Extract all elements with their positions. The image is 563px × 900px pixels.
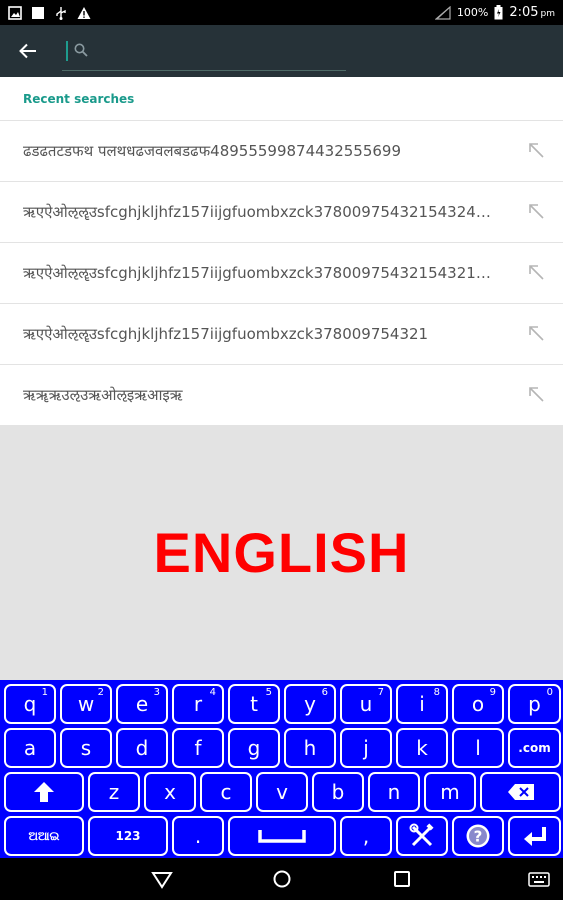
recent-search-text: ऋएऐओऌॡउsfcghjkljhfz157iijgfuombxzck37800… — [23, 264, 491, 282]
insert-query-arrow-icon[interactable] — [527, 263, 545, 281]
insert-query-arrow-icon[interactable] — [527, 324, 545, 342]
battery-percent: 100% — [456, 6, 489, 19]
key-n[interactable]: n — [368, 772, 420, 812]
enter-icon — [523, 827, 546, 846]
spacebar-icon — [258, 830, 306, 843]
recent-searches-panel: Recent searches ढडढतटडफथ पलथधढजवलबडढफ489… — [0, 77, 563, 425]
keyboard: q1 w2 e3 r4 t5 y6 u7 i8 o9 p0 a s d f g … — [0, 680, 563, 858]
recent-search-text: ऋॠऋउऌउऋओऌइऋआइऋ — [23, 386, 183, 404]
key-q[interactable]: q1 — [4, 684, 56, 724]
language-label: ENGLISH — [153, 521, 410, 584]
battery-icon — [494, 5, 503, 20]
key-k[interactable]: k — [396, 728, 448, 768]
status-left-icons — [8, 5, 91, 20]
key-d[interactable]: d — [116, 728, 168, 768]
insert-query-arrow-icon[interactable] — [527, 141, 545, 159]
key-b[interactable]: b — [312, 772, 364, 812]
key-x[interactable]: x — [144, 772, 196, 812]
status-bar: 100% 2:05 pm — [0, 0, 563, 25]
navigation-bar — [0, 858, 563, 900]
recent-search-text: ऋएऐओऌॡउsfcghjkljhfz157iijgfuombxzck37800… — [23, 203, 491, 221]
square-icon — [32, 6, 44, 19]
comma-key[interactable]: , — [340, 816, 392, 856]
keyboard-icon[interactable] — [528, 868, 550, 890]
key-c[interactable]: c — [200, 772, 252, 812]
keyboard-row-2: a s d f g h j k l .com — [2, 728, 561, 770]
key-f[interactable]: f — [172, 728, 224, 768]
key-u[interactable]: u7 — [340, 684, 392, 724]
key-e[interactable]: e3 — [116, 684, 168, 724]
key-j[interactable]: j — [340, 728, 392, 768]
key-h[interactable]: h — [284, 728, 336, 768]
search-input[interactable] — [68, 35, 346, 66]
keyboard-language-banner: ENGLISH — [0, 425, 563, 680]
backspace-icon — [507, 784, 534, 800]
shift-key[interactable] — [4, 772, 84, 812]
key-v[interactable]: v — [256, 772, 308, 812]
svg-text:?: ? — [474, 828, 483, 846]
key-y[interactable]: y6 — [284, 684, 336, 724]
numbers-key[interactable]: 123 — [88, 816, 168, 856]
backspace-key[interactable] — [480, 772, 561, 812]
arrow-left-icon — [19, 43, 36, 59]
help-icon: ? — [466, 824, 490, 848]
key-dotcom[interactable]: .com — [508, 728, 561, 768]
key-p[interactable]: p0 — [508, 684, 561, 724]
period-key[interactable]: . — [172, 816, 224, 856]
enter-key[interactable] — [508, 816, 561, 856]
clock: 2:05 pm — [509, 5, 555, 20]
recent-search-text: ऋएऐओऌॡउsfcghjkljhfz157iijgfuombxzck37800… — [23, 325, 429, 343]
key-i[interactable]: i8 — [396, 684, 448, 724]
gallery-icon — [8, 5, 22, 20]
recent-search-text: ढडढतटडफथ पलथधढजवलबडढफ4895559987443255569… — [23, 142, 402, 160]
keyboard-row-4: ଅଆଇ 123 . , ? — [2, 816, 561, 858]
key-l[interactable]: l — [452, 728, 504, 768]
key-g[interactable]: g — [228, 728, 280, 768]
help-key[interactable]: ? — [452, 816, 504, 856]
language-switch-key[interactable]: ଅଆଇ — [4, 816, 84, 856]
key-r[interactable]: r4 — [172, 684, 224, 724]
key-m[interactable]: m — [424, 772, 476, 812]
signal-icon — [434, 5, 451, 20]
shift-icon — [34, 782, 54, 802]
recent-search-item[interactable]: ऋॠऋउऌउऋओऌइऋआइऋ — [0, 364, 563, 425]
settings-tools-icon — [409, 823, 434, 847]
home-circle-icon[interactable] — [271, 868, 293, 890]
usb-icon — [56, 6, 66, 20]
insert-query-arrow-icon[interactable] — [527, 385, 545, 403]
app-bar — [0, 25, 563, 77]
space-key[interactable] — [228, 816, 336, 856]
status-right: 100% 2:05 pm — [434, 5, 555, 20]
settings-key[interactable] — [396, 816, 448, 856]
keyboard-row-1: q1 w2 e3 r4 t5 y6 u7 i8 o9 p0 — [2, 684, 561, 726]
recent-search-item[interactable]: ऋएऐओऌॡउsfcghjkljhfz157iijgfuombxzck37800… — [0, 303, 563, 364]
key-s[interactable]: s — [60, 728, 112, 768]
search-icon — [74, 43, 88, 57]
key-z[interactable]: z — [88, 772, 140, 812]
keyboard-row-3: z x c v b n m — [2, 772, 561, 814]
recents-square-icon[interactable] — [391, 868, 413, 890]
key-w[interactable]: w2 — [60, 684, 112, 724]
back-triangle-icon[interactable] — [151, 868, 173, 890]
recent-search-item[interactable]: ढडढतटडफथ पलथधढजवलबडढफ4895559987443255569… — [0, 120, 563, 181]
back-button[interactable] — [0, 25, 56, 77]
recent-search-item[interactable]: ऋएऐओऌॡउsfcghjkljhfz157iijgfuombxzck37800… — [0, 242, 563, 303]
recent-search-item[interactable]: ऋएऐओऌॡउsfcghjkljhfz157iijgfuombxzck37800… — [0, 181, 563, 242]
warning-icon — [77, 6, 91, 19]
key-o[interactable]: o9 — [452, 684, 504, 724]
search-box[interactable] — [62, 31, 346, 71]
key-t[interactable]: t5 — [228, 684, 280, 724]
recent-searches-title: Recent searches — [23, 92, 135, 106]
insert-query-arrow-icon[interactable] — [527, 202, 545, 220]
key-a[interactable]: a — [4, 728, 56, 768]
